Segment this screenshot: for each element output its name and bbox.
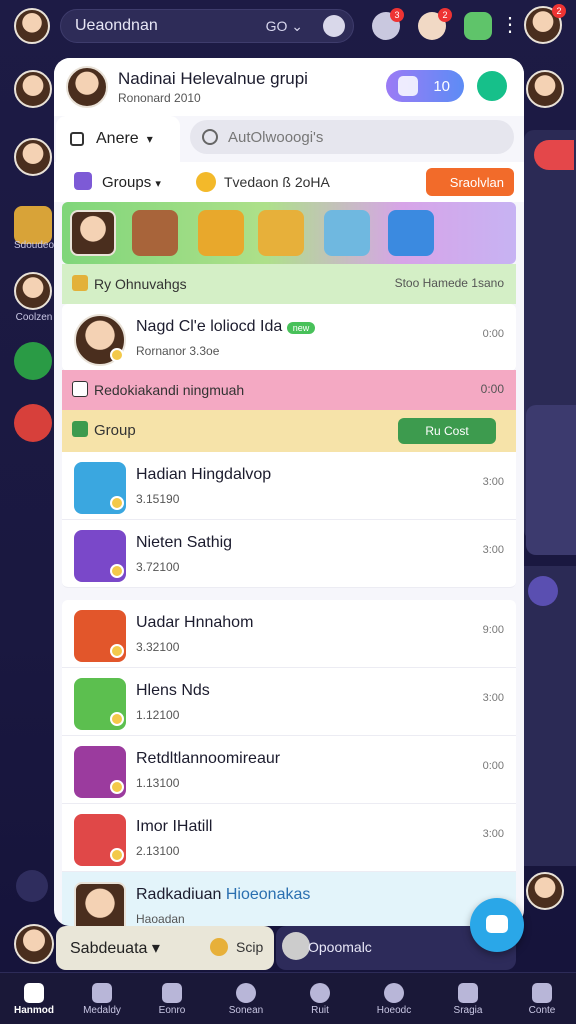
status-dot [110,496,124,510]
nav-media[interactable]: Medaldy [70,973,134,1024]
lock-icon [72,421,88,437]
document-icon [458,983,478,1003]
status-dot [110,848,124,862]
bell-icon [398,76,418,96]
groups-row: Groups ▾ Tvedaon ß 2oHA Sraolvlan [54,162,524,202]
top-bar: Ueaondnan GO ⌄ 3 2 ⋮ 2 [0,0,576,52]
list-item[interactable]: Imor IHatill 2.13100 3:00 [62,804,516,872]
groups-dropdown[interactable]: Groups ▾ [102,174,161,191]
row-thumbnail [74,882,126,926]
list-item[interactable]: Radkadiuan Hioeonakas Haoadan [62,872,516,926]
panel-subtitle: Rononard 2010 [118,91,201,105]
top-search-text: Ueaondnan [75,17,158,34]
bottom-avatar[interactable] [14,924,54,964]
strip-sticker-4[interactable] [324,210,370,256]
strip-sticker-5[interactable] [388,210,434,256]
nav-hoeodc[interactable]: Hoeodc [362,973,426,1024]
smiley-icon[interactable]: 2 [418,8,452,40]
bag-icon [72,381,88,397]
panel-header: Nadinai Helevalnue grupi Rononard 2010 1… [54,58,524,116]
top-search-bar[interactable]: Ueaondnan GO ⌄ [60,9,354,43]
rail-avatar-3[interactable] [14,272,52,310]
chat-icon [486,915,508,933]
section-favorites: Ry Ohnuvahgs Stoo Hamede 1sano [62,264,516,304]
refresh-icon [310,983,330,1003]
strip-avatar[interactable] [70,210,116,256]
rail-avatar-2[interactable] [14,138,52,176]
bottom-chip-left[interactable]: Sabdeuata ▾ Scip [56,926,274,970]
status-dot [110,712,124,726]
rail-check-icon[interactable] [14,342,52,380]
list-item[interactable]: Nagd Cl'e loliocd Ida new Rornanor 3.3oe… [62,304,516,372]
coin-icon [210,938,228,956]
chat-fab-button[interactable] [470,898,524,952]
status-badge: new [286,322,316,334]
nav-store[interactable]: Eonro [140,973,204,1024]
more-icon[interactable]: ⋮ [496,12,524,40]
group-panel: Nadinai Helevalnue grupi Rononard 2010 1… [54,58,524,926]
tab-row: Anere ▾ AutOlwooogi's [54,116,524,162]
rail-gift-icon[interactable] [14,206,52,244]
profile-avatar[interactable]: 2 [524,4,566,44]
right-rail-lower [524,566,576,866]
mic-icon[interactable] [323,15,345,37]
status-dot [110,348,124,362]
house-icon [92,983,112,1003]
list-item[interactable]: Uadar Hnnahom 3.32100 9:00 [62,600,516,668]
status-dot [110,564,124,578]
user-icon[interactable]: 3 [372,8,404,40]
chevron-down-icon: ▾ [146,132,153,146]
rail-avatar-1[interactable] [14,70,52,108]
orange-action-button[interactable]: Sraolvlan [426,168,514,196]
nav-ruit[interactable]: Ruit [288,973,352,1024]
panel-title: Nadinai Helevalnue grupi [118,69,308,88]
game-icon[interactable] [464,12,492,40]
refresh-button[interactable] [474,68,510,104]
search-icon [202,129,218,145]
groups-info: Tvedaon ß 2oHA [224,174,330,190]
coin-icon [196,172,216,192]
rail-heart-icon[interactable] [14,404,52,442]
nav-search[interactable]: Sonean [214,973,278,1024]
right-rail-avatar-2[interactable] [526,872,564,910]
go-label[interactable]: GO ⌄ [266,18,303,35]
groups-icon [74,172,92,190]
search-icon [236,983,256,1003]
list-item[interactable]: Hadian Hingdalvop 3.15190 3:00 [62,452,516,520]
section-pink: Redokiakandi ningmuah 0:00 [62,370,516,410]
right-rail-avatar[interactable] [526,70,564,108]
nav-conte[interactable]: Conte [510,973,574,1024]
key-icon [72,275,88,291]
right-rail-card [526,405,576,555]
home-icon [24,983,44,1003]
rail-chat-icon[interactable] [16,870,48,902]
box-icon [162,983,182,1003]
status-dot [110,780,124,794]
status-dot [110,644,124,658]
strip-sticker-1[interactable] [132,210,178,256]
chip-avatar [282,932,310,960]
tab-icon [70,132,84,146]
list-item[interactable]: Hlens Nds 1.12100 3:00 [62,668,516,736]
sticker-strip [62,202,516,264]
nav-home[interactable]: Hanmod [2,973,66,1024]
strip-sticker-2[interactable] [198,210,244,256]
right-rail-panel [524,130,576,555]
panel-avatar[interactable] [66,66,108,108]
panel-pill-button[interactable]: 10 [386,70,464,102]
tab-anere[interactable]: Anere ▾ [56,116,180,162]
section-group: Group Ru Cost [62,410,516,452]
bell-icon [532,983,552,1003]
strip-sticker-3[interactable] [258,210,304,256]
right-rail-red-icon[interactable] [534,140,574,170]
pin-icon [384,983,404,1003]
panel-search-input[interactable]: AutOlwooogi's [190,120,514,154]
nav-sragia[interactable]: Sragia [436,973,500,1024]
bottom-navigation: Hanmod Medaldy Eonro Sonean Ruit Hoeodc … [0,972,576,1024]
right-rail-book-icon[interactable] [528,576,558,606]
group-action-button[interactable]: Ru Cost [398,418,496,444]
list-item[interactable]: Nieten Sathig 3.72100 3:00 [62,520,516,588]
list-item[interactable]: Retdltlannoomireaur 1.13100 0:00 [62,736,516,804]
user-avatar[interactable] [14,8,50,44]
